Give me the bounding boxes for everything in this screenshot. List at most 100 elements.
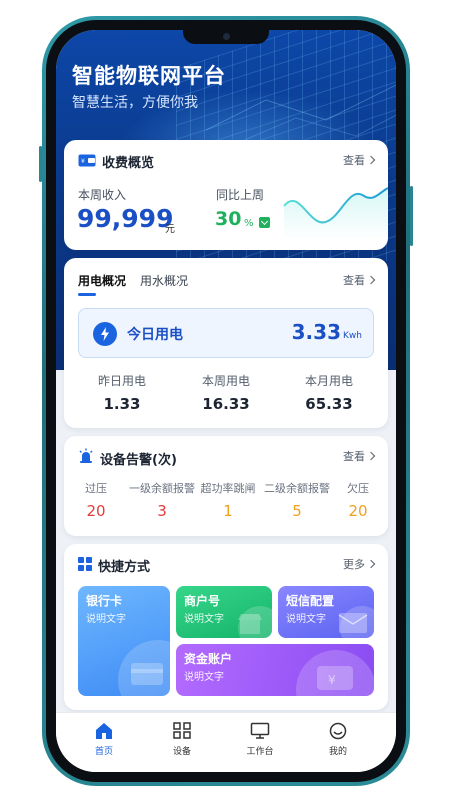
grid-icon — [78, 556, 92, 575]
more-label: 更多 — [343, 558, 365, 571]
volume-button — [39, 146, 42, 182]
svg-text:¥: ¥ — [328, 673, 336, 687]
stat-value: 65.33 — [305, 395, 353, 413]
circuit-lines-decoration — [206, 84, 396, 149]
tile-title: 商户号 — [184, 594, 221, 608]
stat-value: 16.33 — [202, 395, 250, 413]
alarm-card-title: 设备告警(次) — [100, 452, 177, 468]
today-usage-box[interactable]: 今日用电 3.33 Kwh — [78, 308, 374, 358]
devices-icon — [172, 722, 192, 740]
stat-yesterday: 昨日用电 1.33 — [72, 372, 172, 413]
alarm-item-level1-balance[interactable]: 一级余额报警 3 — [122, 480, 202, 520]
alarm-count: 20 — [86, 502, 106, 520]
tile-desc: 说明文字 — [86, 614, 126, 625]
shortcut-sms-config[interactable]: 短信配置 说明文字 — [278, 586, 374, 638]
nav-home[interactable]: 首页 — [74, 722, 134, 757]
alarm-count: 20 — [348, 502, 368, 520]
stat-label: 本周用电 — [201, 374, 250, 388]
nav-profile[interactable]: 我的 — [308, 722, 368, 757]
shop-icon — [238, 614, 262, 634]
monitor-icon — [250, 722, 270, 740]
alarm-item-overpower-trip[interactable]: 超功率跳闸 1 — [198, 480, 258, 520]
today-usage-label: 今日用电 — [127, 327, 183, 343]
tile-desc: 说明文字 — [286, 614, 326, 625]
power-view-link[interactable]: 查看 — [343, 272, 376, 288]
week-income-value: 99,999 — [77, 204, 174, 233]
stat-label: 本月用电 — [304, 374, 353, 388]
page-subtitle: 智慧生活，方便你我 — [72, 95, 198, 111]
app-screen: 智能物联网平台 智慧生活，方便你我 ¥ 收费概览 查看 本周收入 99,999 … — [56, 30, 396, 772]
today-usage-unit: Kwh — [343, 331, 362, 341]
mail-icon — [338, 613, 368, 633]
shortcut-bank-card[interactable]: 银行卡 说明文字 — [78, 586, 170, 696]
alarm-label: 一级余额报警 — [129, 482, 195, 495]
view-label: 查看 — [343, 274, 365, 287]
shortcut-merchant-id[interactable]: 商户号 说明文字 — [176, 586, 272, 638]
alarm-siren-icon — [78, 448, 94, 468]
wallet-icon: ¥ — [78, 152, 96, 171]
alarm-item-level2-balance[interactable]: 二级余额报警 5 — [262, 480, 332, 520]
today-usage-value: 3.33 — [291, 320, 341, 344]
yoy-value: 30 — [215, 208, 242, 230]
chevron-right-icon — [366, 275, 376, 285]
alarm-count: 5 — [292, 502, 302, 520]
nav-label: 首页 — [94, 747, 113, 757]
trend-sparkline — [283, 187, 388, 240]
tile-desc: 说明文字 — [184, 614, 224, 625]
nav-label: 设备 — [172, 747, 191, 757]
alarm-label: 过压 — [85, 482, 107, 495]
phone-frame: 智能物联网平台 智慧生活，方便你我 ¥ 收费概览 查看 本周收入 99,999 … — [39, 16, 413, 786]
yoy-unit: % — [244, 218, 254, 229]
stat-this-month: 本月用电 65.33 — [279, 372, 379, 413]
smile-icon — [328, 722, 348, 740]
alarm-count: 1 — [223, 502, 233, 520]
page-title: 智能物联网平台 — [72, 64, 226, 88]
stat-label: 昨日用电 — [97, 374, 146, 388]
alarm-item-overvoltage[interactable]: 过压 20 — [76, 480, 116, 520]
tile-title: 短信配置 — [286, 594, 335, 608]
yoy-label: 同比上周 — [216, 188, 265, 202]
shortcuts-more-link[interactable]: 更多 — [343, 556, 376, 572]
chevron-right-icon — [366, 451, 376, 461]
lightning-icon — [93, 322, 117, 346]
fee-overview-card: ¥ 收费概览 查看 本周收入 99,999 元 同比上周 30 % — [64, 140, 388, 250]
tile-title: 银行卡 — [86, 594, 123, 608]
svg-text:¥: ¥ — [81, 158, 85, 165]
alarm-item-undervoltage[interactable]: 欠压 20 — [338, 480, 378, 520]
bank-card-icon — [131, 663, 163, 685]
bottom-nav: 首页 设备 工作台 我的 — [56, 712, 396, 772]
nav-label: 工作台 — [246, 747, 274, 757]
stat-this-week: 本周用电 16.33 — [176, 372, 276, 413]
alarm-view-link[interactable]: 查看 — [343, 448, 376, 464]
alarm-label: 超功率跳闸 — [200, 482, 256, 495]
fee-card-title: 收费概览 — [102, 156, 155, 171]
shortcuts-card: 快捷方式 更多 银行卡 说明文字 商户号 说明文字 短信配置 说明文字 资金账户… — [64, 544, 388, 710]
stat-value: 1.33 — [103, 395, 141, 413]
alarm-label: 欠压 — [347, 482, 369, 495]
alarm-label: 二级余额报警 — [264, 482, 330, 495]
device-alarm-card: 设备告警(次) 查看 过压 20 一级余额报警 3 超功率跳闸 1 二级余额报警… — [64, 436, 388, 536]
power-overview-card: 用电概况 用水概况 查看 今日用电 3.33 Kwh 昨日用电 1.33 本周用… — [64, 258, 388, 428]
nav-workbench[interactable]: 工作台 — [230, 722, 290, 757]
tile-title: 资金账户 — [184, 652, 233, 666]
tab-power[interactable]: 用电概况 — [78, 272, 126, 296]
tile-desc: 说明文字 — [184, 672, 224, 683]
week-income-unit: 元 — [165, 224, 175, 235]
week-income-label: 本周收入 — [78, 188, 127, 202]
fee-view-link[interactable]: 查看 — [343, 152, 376, 168]
chevron-right-icon — [366, 559, 376, 569]
shortcuts-card-title: 快捷方式 — [98, 560, 151, 575]
camera-notch — [183, 30, 269, 44]
shortcut-fund-account[interactable]: 资金账户 说明文字 ¥ — [176, 644, 374, 696]
home-icon — [94, 722, 114, 740]
wallet-icon: ¥ — [317, 666, 353, 690]
alarm-count: 3 — [157, 502, 167, 520]
nav-label: 我的 — [328, 747, 347, 757]
tab-water[interactable]: 用水概况 — [140, 272, 188, 289]
view-label: 查看 — [343, 450, 365, 463]
power-button — [410, 186, 413, 246]
chevron-right-icon — [366, 155, 376, 165]
view-label: 查看 — [343, 154, 365, 167]
nav-devices[interactable]: 设备 — [152, 722, 212, 757]
arrow-down-icon — [259, 217, 270, 228]
